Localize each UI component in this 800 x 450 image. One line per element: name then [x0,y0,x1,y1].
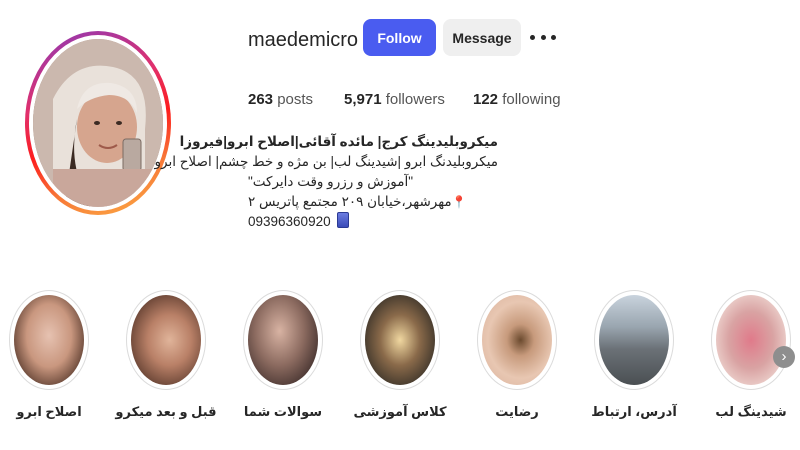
highlight-item[interactable]: رضایت [477,288,557,428]
story-ring[interactable] [25,31,171,215]
bio-address-text: مهرشهر،خیابان ۲۰۹ مجتمع پاتریس ۲ [248,194,452,209]
highlight-ring [711,290,791,390]
profile-bio: میکروبلیدینگ کرج| مائده آقائی|اصلاح ابرو… [154,132,498,232]
avatar[interactable] [33,39,163,207]
avatar-portrait [33,39,163,207]
stat-following[interactable]: 122 following [473,91,561,108]
followers-label: followers [385,91,445,108]
posts-count: 263 [248,91,274,108]
highlight-cover [248,295,318,385]
highlight-item[interactable]: کلاس آموزشی [353,288,447,428]
following-count: 122 [473,91,499,108]
bio-phone-text: 09396360920 [248,214,331,229]
highlight-item[interactable]: اصلاح ابرو [9,288,89,428]
highlight-label: شیدینگ لب [715,404,787,419]
followers-count: 5,971 [344,91,382,108]
dot [540,34,546,40]
stat-posts: 263 posts [248,91,313,108]
highlight-ring [9,290,89,390]
highlight-ring [477,290,557,390]
follow-button[interactable]: Follow [363,19,436,56]
message-button[interactable]: Message [443,19,521,56]
avatar-frame [29,35,167,211]
highlight-ring [126,290,206,390]
posts-label: posts [277,91,314,108]
bio-name: میکروبلیدینگ کرج| مائده آقائی|اصلاح ابرو… [179,134,498,149]
following-label: following [502,91,561,108]
chevron-right-icon[interactable]: › [773,346,795,368]
highlight-cover [482,295,552,385]
highlight-cover [131,295,201,385]
bio-line-phone: 09396360920 [248,212,498,232]
bio-line-address: 📍مهرشهر،خیابان ۲۰۹ مجتمع پاتریس ۲ [248,192,498,212]
more-options-icon[interactable] [530,26,556,48]
highlight-item[interactable]: آدرس، ارتباط [591,288,677,428]
highlight-ring [243,290,323,390]
dot [551,34,556,40]
bio-line-booking: "آموزش و رزرو وقت دایرکت" [248,174,414,189]
highlight-cover [599,295,669,385]
location-pin-icon: 📍 [451,195,467,209]
highlight-item[interactable]: قبل و بعد میکرو [115,288,217,428]
phone-icon [336,212,349,228]
profile-username: maedemicro [248,29,359,51]
highlight-cover [14,295,84,385]
bio-line-services: میکروبلیدنگ ابرو |شیدینگ لب| بن مژه و خط… [154,154,498,169]
highlight-cover [716,295,786,385]
dot [530,34,535,40]
highlight-item[interactable]: سوالات شما [243,288,323,428]
highlight-cover [365,295,435,385]
highlight-ring [594,290,674,390]
stat-followers[interactable]: 5,971 followers [344,91,445,108]
highlight-ring [360,290,440,390]
